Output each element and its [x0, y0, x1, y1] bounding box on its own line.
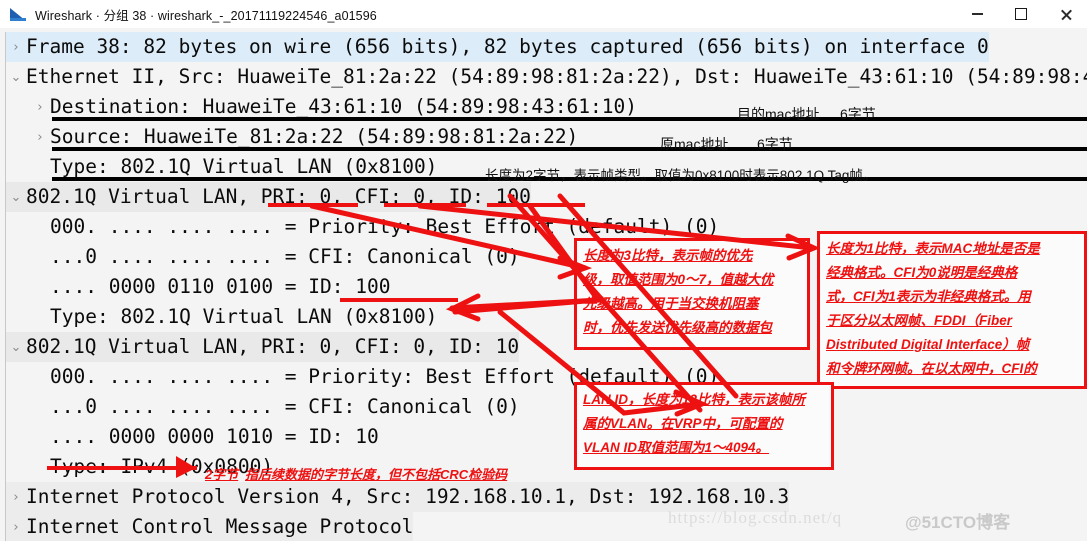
tree-row-label: Internet Control Message Protocol — [26, 515, 414, 538]
tree-row-label: Type: 802.1Q Virtual LAN (0x8100) — [50, 305, 438, 328]
annotation-box-priority-line: 长度为3比特，表示帧的优先 — [583, 248, 753, 263]
collapse-icon[interactable]: ⌄ — [6, 183, 26, 213]
title-bar: Wireshark · 分组 38 · wireshark_-_20171119… — [0, 0, 1087, 29]
annotation-dst-mac-len: 6字节 — [840, 106, 876, 122]
annotation-length-note: 指后续数据的字节长度，但不包括CRC检验码 — [245, 467, 508, 482]
annotation-length-bytes: 2字节 — [205, 467, 239, 482]
collapse-icon[interactable]: ⌄ — [6, 333, 26, 363]
annotation-box-cfi-line: Distributed Digital Interface）帧 — [826, 337, 1030, 352]
tree-row-vlan-inner-id[interactable]: .... 0000 0000 1010 = ID: 10 — [6, 422, 379, 452]
tree-row-vlan-outer-cfi[interactable]: ...0 .... .... .... = CFI: Canonical (0) — [6, 242, 520, 272]
annotation-dst-mac: 目的mac地址 — [737, 106, 820, 122]
annotation-box-cfi-line: 长度为1比特，表示MAC地址是否是 — [826, 241, 1040, 256]
tree-row-label: Frame 38: 82 bytes on wire (656 bits), 8… — [26, 35, 989, 58]
watermark-51cto: @51CTO博客 — [905, 513, 1011, 532]
annotation-box-cfi: 长度为1比特，表示MAC地址是否是 经典格式。CFI为0说明是经典格 式，CFI… — [817, 231, 1087, 389]
underline-destination — [52, 117, 1087, 121]
wireshark-fin-logo-icon — [10, 7, 26, 21]
minimize-icon — [971, 13, 983, 15]
redunder-id-100 — [340, 298, 458, 302]
annotation-src-mac: 原mac地址 — [660, 136, 729, 152]
close-icon — [1060, 9, 1071, 20]
annotation-box-cfi-line: 和令牌环网帧。在以太网中，CFI的 — [826, 361, 1037, 376]
tree-row-label: Destination: HuaweiTe_43:61:10 (54:89:98… — [50, 95, 637, 118]
annotation-box-vlan-id-line: VLAN ID取值范围为1～4094。 — [583, 440, 770, 455]
annotation-box-priority-line: 先级越高。用于当交换机阻塞 — [583, 296, 759, 311]
tree-row-label: 802.1Q Virtual LAN, PRI: 0, CFI: 0, ID: … — [26, 335, 520, 358]
collapse-icon[interactable]: ⌄ — [6, 63, 26, 93]
tree-row-vlan-outer-id[interactable]: .... 0000 0110 0100 = ID: 100 — [6, 272, 390, 302]
annotation-box-priority-line: 级，取值范围为0～7，值越大优 — [583, 272, 774, 287]
watermark-csdn: https://blog.csdn.net/q — [668, 508, 843, 527]
tree-row-vlan-inner[interactable]: ⌄ 802.1Q Virtual LAN, PRI: 0, CFI: 0, ID:… — [6, 332, 520, 363]
tree-row-vlan-outer-type[interactable]: Type: 802.1Q Virtual LAN (0x8100) — [6, 302, 437, 332]
tree-row-vlan-inner-cfi[interactable]: ...0 .... .... .... = CFI: Canonical (0) — [6, 392, 520, 422]
expand-icon[interactable]: › — [6, 513, 26, 541]
tree-row-label: .... 0000 0110 0100 = ID: 100 — [50, 275, 391, 298]
tree-row-label: Ethernet II, Src: HuaweiTe_81:2a:22 (54:… — [26, 65, 1087, 88]
close-button[interactable] — [1043, 0, 1087, 28]
tree-row-frame[interactable]: › Frame 38: 82 bytes on wire (656 bits), … — [6, 32, 989, 62]
annotation-box-priority: 长度为3比特，表示帧的优先 级，取值范围为0～7，值越大优 先级越高。用于当交换… — [574, 238, 810, 350]
tree-row-label: 000. .... .... .... = Priority: Best Eff… — [50, 215, 720, 238]
annotation-box-vlan-id-line: 属的VLAN。在VRP中，可配置的 — [583, 416, 783, 431]
tree-row-label: Internet Protocol Version 4, Src: 192.16… — [26, 485, 790, 508]
tree-row-label: Type: 802.1Q Virtual LAN (0x8100) — [50, 155, 438, 178]
annotation-box-cfi-line: 于区分以太网帧、FDDI（Fiber — [826, 313, 1013, 328]
annotation-src-mac-len: 6字节 — [757, 136, 793, 152]
annotation-box-cfi-line: 式，CFI为1表示为非经典格式。用 — [826, 289, 1031, 304]
annotation-ether-type-note: 长度为2字节，表示帧类型。取值为0x8100时表示802.1Q Tag帧。 — [485, 168, 877, 183]
expand-icon[interactable]: › — [30, 93, 50, 123]
expand-icon[interactable]: › — [6, 33, 26, 63]
redunder-pri — [268, 203, 358, 207]
expand-icon[interactable]: › — [30, 123, 50, 153]
maximize-button[interactable] — [999, 0, 1043, 28]
window-title: Wireshark · 分组 38 · wireshark_-_20171119… — [35, 8, 377, 23]
tree-row-ethernet[interactable]: ⌄ Ethernet II, Src: HuaweiTe_81:2a:22 (54… — [6, 62, 1087, 92]
annotation-box-priority-line: 时，优先发送优先级高的数据包 — [583, 320, 772, 335]
redunder-cfi — [384, 203, 466, 207]
tree-row-label: Source: HuaweiTe_81:2a:22 (54:89:98:81:2… — [50, 125, 579, 148]
tree-row-icmp[interactable]: › Internet Control Message Protocol — [6, 512, 414, 541]
window-controls — [955, 0, 1087, 28]
tree-row-label: ...0 .... .... .... = CFI: Canonical (0) — [50, 395, 520, 418]
annotation-box-vlan-id: LAN ID，长度为12比特，表示该帧所 属的VLAN。在VRP中，可配置的 V… — [574, 382, 834, 470]
maximize-icon — [1015, 8, 1027, 20]
redunder-id — [487, 203, 585, 207]
tree-row-label: .... 0000 0000 1010 = ID: 10 — [50, 425, 379, 448]
minimize-button[interactable] — [955, 0, 999, 28]
tree-row-vlan-outer[interactable]: ⌄ 802.1Q Virtual LAN, PRI: 0, CFI: 0, ID:… — [6, 182, 531, 212]
annotation-box-cfi-line: 经典格式。CFI为0说明是经典格 — [826, 265, 1018, 280]
annotation-box-vlan-id-line: LAN ID，长度为12比特，表示该帧所 — [583, 392, 806, 407]
tree-row-label: ...0 .... .... .... = CFI: Canonical (0) — [50, 245, 520, 268]
underline-source — [52, 147, 1087, 151]
redunder-type-ipv4 — [47, 466, 197, 470]
expand-icon[interactable]: › — [6, 483, 26, 513]
